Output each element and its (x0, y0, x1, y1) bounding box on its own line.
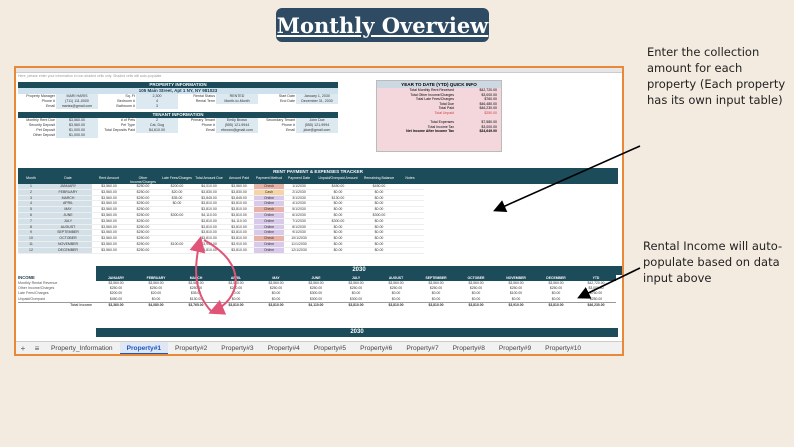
collection-arrow (493, 145, 641, 212)
late-fee-link-arrow (203, 239, 237, 315)
rental-income-arrow (577, 267, 641, 299)
annotation-arrows (189, 145, 641, 315)
late-fee-link-arrow-back (189, 236, 213, 313)
